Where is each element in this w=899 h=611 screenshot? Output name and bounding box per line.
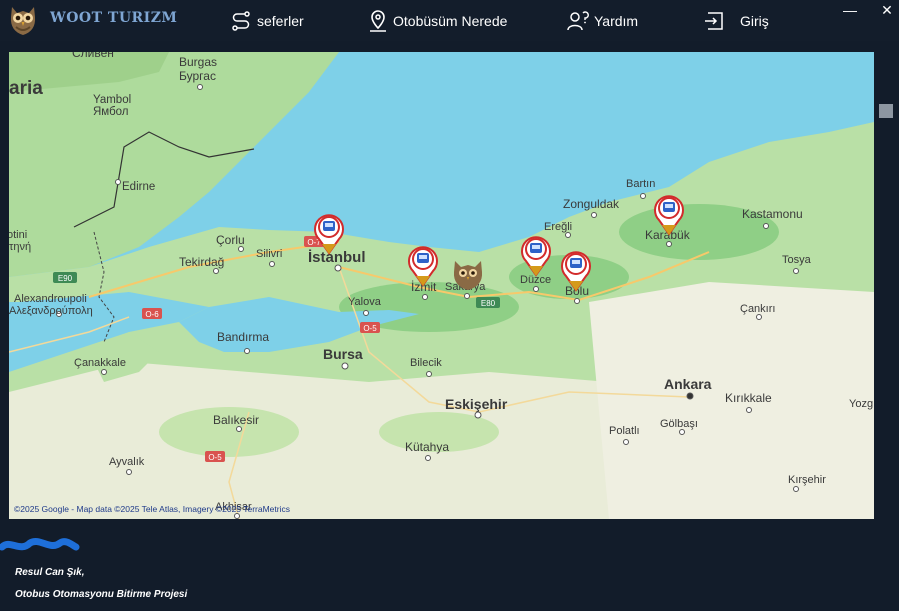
label-balikesir: Balıkesir <box>213 413 259 427</box>
road-e80-label: E80 <box>481 299 496 308</box>
label-alexandroupoli-greek: Αλεξανδρούπολη <box>9 305 93 317</box>
close-button[interactable]: ✕ <box>877 2 897 19</box>
label-silivri: Silivri <box>256 248 282 260</box>
label-yalova: Yalova <box>348 296 382 308</box>
brand-title: WOOT TURIZM <box>50 10 178 26</box>
owl-logo-icon <box>6 3 40 37</box>
road-e90-label: E90 <box>58 274 73 283</box>
label-kirikkale: Kırıkkale <box>725 391 772 405</box>
label-ankara: Ankara <box>664 376 712 392</box>
map-canvas[interactable]: E90 E80 O-7 O-6 O-5 O-5 Сливен Burgas Бу… <box>9 52 874 519</box>
nav-yardim-label: Yardım <box>594 12 639 29</box>
map-pin-icon <box>370 9 386 32</box>
nav-seferler-label: seferler <box>257 12 304 29</box>
map-view[interactable]: E90 E80 O-7 O-6 O-5 O-5 Сливен Burgas Бу… <box>9 52 874 519</box>
nav-giris[interactable]: Giriş <box>704 0 769 41</box>
nav-yardim[interactable]: Yardım <box>566 0 638 41</box>
label-yambol-cyrillic: Ямбол <box>93 106 129 118</box>
footer-project: Otobus Otomasyonu Bitirme Projesi <box>15 589 188 600</box>
nav-seferler[interactable]: seferler <box>229 0 304 41</box>
label-ayvalik: Ayvalık <box>109 456 145 468</box>
route-icon <box>232 10 250 31</box>
label-cankiri: Çankırı <box>740 303 775 315</box>
top-bar: WOOT TURIZM seferler Otobüsüm Nerede Yar… <box>0 0 899 41</box>
road-o6-label: O-6 <box>145 310 159 319</box>
label-slivn: Сливен <box>72 52 114 60</box>
footer-author: Resul Can Şık, <box>15 567 85 578</box>
scrollbar-thumb[interactable] <box>879 104 893 118</box>
redacted-scribble <box>0 538 80 551</box>
label-tekirdag: Tekirdağ <box>179 255 224 269</box>
label-istanbul: İstanbul <box>308 249 366 266</box>
label-otini-greek: τηνή <box>9 241 31 253</box>
label-aria: aria <box>9 78 43 99</box>
nav-otobusum-nerede-label: Otobüsüm Nerede <box>393 12 508 29</box>
label-yozgat: Yozg <box>849 398 873 410</box>
label-otini: otini <box>9 229 27 241</box>
label-zonguldak: Zonguldak <box>563 197 620 211</box>
label-eskisehir: Eskişehir <box>445 396 508 412</box>
label-bartin: Bartın <box>626 178 655 190</box>
label-canakkale: Çanakkale <box>74 357 126 369</box>
road-o5b-label: O-5 <box>208 453 222 462</box>
label-tosya: Tosya <box>782 254 812 266</box>
label-golbasi: Gölbaşı <box>660 418 698 430</box>
label-burgas-cyrillic: Бургас <box>179 69 216 83</box>
nav-giris-label: Giriş <box>740 12 769 29</box>
road-o5-label: O-5 <box>363 324 377 333</box>
label-alexandroupoli: Alexandroupoli <box>14 293 87 305</box>
label-polatli: Polatlı <box>609 425 640 437</box>
nav-otobusum-nerede[interactable]: Otobüsüm Nerede <box>367 0 507 41</box>
label-edirne: Edirne <box>122 181 155 193</box>
label-kutahya: Kütahya <box>405 440 449 454</box>
label-bilecik: Bilecik <box>410 357 442 369</box>
minimize-button[interactable]: — <box>840 2 860 18</box>
label-kirsehir: Kırşehir <box>788 474 826 486</box>
label-yambol-latin: Yambol <box>93 94 131 106</box>
map-attribution: ©2025 Google - Map data ©2025 Tele Atlas… <box>14 504 290 514</box>
label-bursa: Bursa <box>323 346 363 362</box>
label-kastamonu: Kastamonu <box>742 207 803 221</box>
login-icon <box>705 11 723 30</box>
label-eregli: Ereğli <box>544 221 572 233</box>
help-icon <box>567 10 589 30</box>
label-bandirma: Bandırma <box>217 330 269 344</box>
label-corlu: Çorlu <box>216 233 245 247</box>
label-burgas-latin: Burgas <box>179 55 217 69</box>
